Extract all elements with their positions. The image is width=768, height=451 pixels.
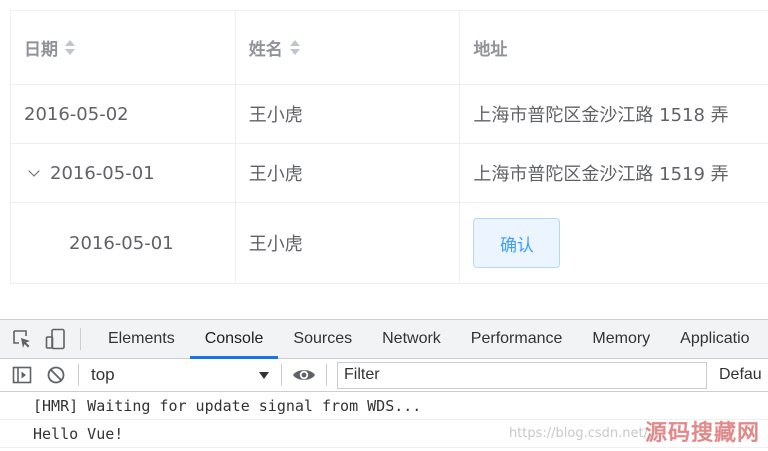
sidebar-toggle-icon[interactable] bbox=[10, 363, 34, 387]
tab-performance[interactable]: Performance bbox=[456, 320, 578, 359]
table-row[interactable]: 2016-05-02 王小虎 上海市普陀区金沙江路 1518 弄 bbox=[11, 85, 768, 144]
header-address: 地址 bbox=[460, 11, 768, 84]
inspect-element-icon[interactable] bbox=[10, 327, 34, 351]
console-toolbar: top Defau bbox=[0, 359, 768, 392]
watermark-site: 源码搜藏网 bbox=[644, 421, 760, 446]
cell-date: 2016-05-01 bbox=[11, 144, 236, 202]
cell-address: 上海市普陀区金沙江路 1518 弄 bbox=[473, 105, 729, 126]
eye-icon[interactable] bbox=[292, 363, 316, 387]
tab-network[interactable]: Network bbox=[367, 320, 456, 359]
tab-application[interactable]: Applicatio bbox=[665, 320, 764, 359]
cell-date: 2016-05-02 bbox=[11, 85, 236, 143]
cell-name: 王小虎 bbox=[236, 203, 461, 283]
table-header-row: 日期 姓名 地址 bbox=[11, 11, 768, 85]
device-toolbar-icon[interactable] bbox=[44, 327, 68, 351]
context-selector-value: top bbox=[91, 365, 115, 384]
cell-action: 确认 bbox=[460, 203, 768, 283]
header-date-label: 日期 bbox=[24, 40, 58, 60]
toolbar-divider bbox=[326, 364, 327, 386]
toolbar-divider bbox=[281, 364, 282, 386]
tab-memory[interactable]: Memory bbox=[577, 320, 665, 359]
cell-name: 王小虎 bbox=[236, 85, 461, 143]
toolbar-divider bbox=[80, 328, 81, 350]
devtools-tabbar: Elements Console Sources Network Perform… bbox=[0, 320, 768, 359]
sort-caret-icon[interactable] bbox=[289, 40, 300, 55]
log-levels-dropdown[interactable]: Defau bbox=[719, 366, 762, 384]
cell-date-text: 2016-05-01 bbox=[50, 162, 155, 184]
tab-console[interactable]: Console bbox=[189, 320, 279, 359]
cell-address: 上海市普陀区金沙江路 1519 弄 bbox=[473, 164, 729, 185]
table-row[interactable]: 2016-05-01 王小虎 上海市普陀区金沙江路 1519 弄 bbox=[11, 144, 768, 203]
cell-name: 王小虎 bbox=[236, 144, 461, 202]
tree-table: 日期 姓名 地址 2016-05-02 王小虎 上海市普陀区金沙江路 1518 … bbox=[10, 10, 768, 284]
chevron-down-icon[interactable] bbox=[28, 165, 40, 177]
clear-console-icon[interactable] bbox=[44, 363, 68, 387]
table-row-child[interactable]: 2016-05-01 王小虎 确认 bbox=[11, 203, 768, 283]
tab-elements[interactable]: Elements bbox=[93, 320, 190, 359]
watermark-url: https://blog.csdn.net/ bbox=[508, 426, 648, 441]
cell-date: 2016-05-01 bbox=[11, 203, 236, 283]
header-address-label: 地址 bbox=[473, 40, 508, 60]
header-name-label: 姓名 bbox=[248, 40, 283, 60]
sort-caret-icon[interactable] bbox=[65, 40, 75, 55]
filter-input[interactable] bbox=[337, 361, 707, 389]
tab-sources[interactable]: Sources bbox=[278, 320, 367, 359]
confirm-button[interactable]: 确认 bbox=[473, 218, 561, 268]
context-selector[interactable]: top bbox=[89, 363, 273, 387]
toolbar-divider bbox=[78, 364, 79, 386]
dropdown-arrow-icon bbox=[259, 371, 269, 379]
header-name[interactable]: 姓名 bbox=[236, 11, 461, 84]
header-date[interactable]: 日期 bbox=[11, 11, 236, 84]
